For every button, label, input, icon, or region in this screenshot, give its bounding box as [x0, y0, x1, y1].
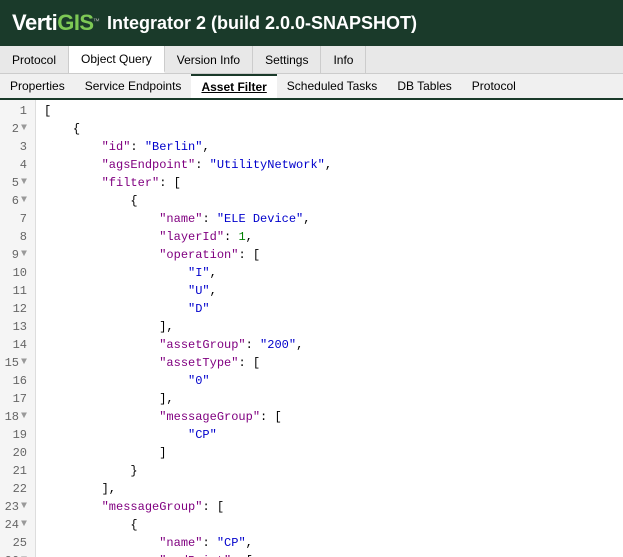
code-line-6: { [44, 192, 615, 210]
line-number-21: 21 [4, 462, 31, 480]
code-line-8: "layerId": 1, [44, 228, 615, 246]
tab2-scheduled-tasks[interactable]: Scheduled Tasks [277, 74, 388, 98]
line-number-16: 16 [4, 372, 31, 390]
code-line-12: "D" [44, 300, 615, 318]
code-line-11: "U", [44, 282, 615, 300]
line-number-25: 25 [4, 534, 31, 552]
line-number-11: 11 [4, 282, 31, 300]
line-number-2: 2▼ [4, 120, 31, 138]
code-line-5: "filter": [ [44, 174, 615, 192]
code-content: [ { "id": "Berlin", "agsEndpoint": "Util… [36, 100, 623, 557]
line-number-9: 9▼ [4, 246, 31, 264]
line-number-24: 24▼ [4, 516, 31, 534]
logo-tm: ™ [94, 18, 99, 28]
code-line-26: "endPoint": [ [44, 552, 615, 557]
code-line-22: ], [44, 480, 615, 498]
line-number-26: 26▼ [4, 552, 31, 557]
code-line-4: "agsEndpoint": "UtilityNetwork", [44, 156, 615, 174]
tab2-db-tables[interactable]: DB Tables [387, 74, 461, 98]
code-line-21: } [44, 462, 615, 480]
tab1-info[interactable]: Info [321, 46, 366, 73]
code-line-18: "messageGroup": [ [44, 408, 615, 426]
logo: VertiGIS [12, 10, 94, 36]
line-number-18: 18▼ [4, 408, 31, 426]
line-number-4: 4 [4, 156, 31, 174]
line-number-10: 10 [4, 264, 31, 282]
tab1-protocol[interactable]: Protocol [0, 46, 69, 73]
tab2-service-endpoints[interactable]: Service Endpoints [75, 74, 192, 98]
primary-tabs: ProtocolObject QueryVersion InfoSettings… [0, 46, 623, 74]
line-number-7: 7 [4, 210, 31, 228]
line-number-17: 17 [4, 390, 31, 408]
tab2-asset-filter[interactable]: Asset Filter [191, 74, 276, 98]
code-line-2: { [44, 120, 615, 138]
tab1-object-query[interactable]: Object Query [69, 46, 165, 73]
code-line-7: "name": "ELE Device", [44, 210, 615, 228]
code-line-16: "0" [44, 372, 615, 390]
secondary-tabs: PropertiesService EndpointsAsset FilterS… [0, 74, 623, 100]
tab2-protocol[interactable]: Protocol [462, 74, 526, 98]
app-header: VertiGIS™ Integrator 2 (build 2.0.0-SNAP… [0, 0, 623, 46]
line-number-22: 22 [4, 480, 31, 498]
code-line-1: [ [44, 102, 615, 120]
app-title: Integrator 2 (build 2.0.0-SNAPSHOT) [107, 13, 417, 34]
line-number-3: 3 [4, 138, 31, 156]
line-number-13: 13 [4, 318, 31, 336]
tab2-properties[interactable]: Properties [0, 74, 75, 98]
code-line-15: "assetType": [ [44, 354, 615, 372]
tab1-settings[interactable]: Settings [253, 46, 321, 73]
code-line-13: ], [44, 318, 615, 336]
code-line-10: "I", [44, 264, 615, 282]
line-number-6: 6▼ [4, 192, 31, 210]
code-line-24: { [44, 516, 615, 534]
code-line-20: ] [44, 444, 615, 462]
code-line-3: "id": "Berlin", [44, 138, 615, 156]
line-number-19: 19 [4, 426, 31, 444]
code-area: 12▼345▼6▼789▼101112131415▼161718▼1920212… [0, 100, 623, 557]
line-number-8: 8 [4, 228, 31, 246]
line-number-15: 15▼ [4, 354, 31, 372]
code-line-14: "assetGroup": "200", [44, 336, 615, 354]
line-number-14: 14 [4, 336, 31, 354]
line-numbers: 12▼345▼6▼789▼101112131415▼161718▼1920212… [0, 100, 36, 557]
code-line-19: "CP" [44, 426, 615, 444]
line-number-5: 5▼ [4, 174, 31, 192]
code-line-17: ], [44, 390, 615, 408]
line-number-23: 23▼ [4, 498, 31, 516]
line-number-20: 20 [4, 444, 31, 462]
line-number-1: 1 [4, 102, 31, 120]
line-number-12: 12 [4, 300, 31, 318]
code-line-25: "name": "CP", [44, 534, 615, 552]
code-line-23: "messageGroup": [ [44, 498, 615, 516]
tab1-version-info[interactable]: Version Info [165, 46, 253, 73]
code-line-9: "operation": [ [44, 246, 615, 264]
